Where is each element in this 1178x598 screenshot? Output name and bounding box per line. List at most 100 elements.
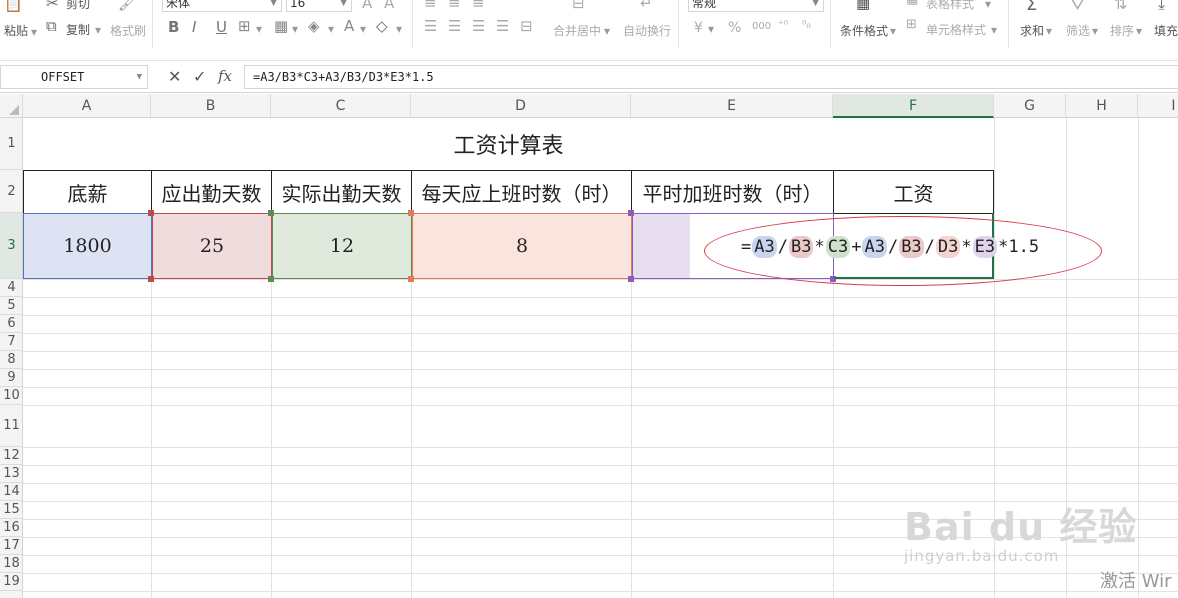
merge-center-icon[interactable]: ⊟: [572, 0, 585, 12]
row-header-5[interactable]: 5: [0, 297, 22, 315]
column-header-a[interactable]: A: [23, 94, 151, 118]
formula-input[interactable]: =A3/B3*C3+A3/B3/D3*E3*1.5: [244, 65, 1178, 89]
increase-font-icon[interactable]: A: [362, 0, 372, 12]
header-cell-required-days[interactable]: 应出勤天数: [152, 170, 272, 214]
sort-icon[interactable]: ⇅: [1114, 0, 1127, 13]
header-cell-actual-days[interactable]: 实际出勤天数: [272, 170, 412, 214]
table-style-icon[interactable]: ▦: [906, 0, 918, 7]
font-size-select[interactable]: 16 ▼: [286, 0, 352, 12]
row-header-8[interactable]: 8: [0, 351, 22, 369]
name-box[interactable]: OFFSET ▼: [0, 65, 148, 89]
thousands-button[interactable]: 000: [752, 21, 771, 32]
row-header-13[interactable]: 13: [0, 465, 22, 483]
row-header-15[interactable]: 15: [0, 501, 22, 519]
row-header-18[interactable]: 18: [0, 555, 22, 573]
paste-icon[interactable]: 📋: [4, 0, 23, 13]
distribute-icon[interactable]: ⊟: [520, 17, 533, 35]
cell-style-icon[interactable]: ⊞: [906, 17, 917, 32]
column-header-e[interactable]: E: [631, 94, 833, 118]
chevron-down-icon[interactable]: ▾: [991, 23, 997, 37]
row-header-11[interactable]: 11: [0, 405, 22, 447]
copy-icon[interactable]: ⧉: [46, 17, 57, 35]
format-painter-icon[interactable]: 🖌: [118, 0, 137, 12]
fill-pattern-icon[interactable]: ▦: [274, 17, 288, 35]
confirm-icon[interactable]: ✓: [193, 67, 206, 86]
chevron-down-icon[interactable]: ▾: [890, 24, 896, 38]
paste-button[interactable]: 粘贴: [4, 22, 28, 39]
row-header-16[interactable]: 16: [0, 519, 22, 537]
chevron-down-icon[interactable]: ▾: [1092, 24, 1098, 38]
cell-a3[interactable]: 1800: [23, 213, 152, 279]
align-left-icon[interactable]: ☰: [424, 17, 437, 35]
wrap-text-button[interactable]: 自动换行: [623, 22, 671, 39]
align-top-icon[interactable]: ≡: [424, 0, 437, 12]
reference-handle[interactable]: [628, 276, 634, 282]
eraser-icon[interactable]: ◇: [376, 17, 388, 35]
row-header-3[interactable]: 3: [0, 213, 22, 279]
copy-dropdown-icon[interactable]: ▾: [95, 23, 101, 37]
align-center-icon[interactable]: ☰: [448, 17, 461, 35]
format-painter-button[interactable]: 格式刷: [110, 22, 146, 39]
border-icon[interactable]: ⊞: [238, 17, 251, 35]
merge-center-button[interactable]: 合并居中: [553, 22, 601, 39]
fill-button[interactable]: 填充: [1154, 22, 1178, 39]
cancel-icon[interactable]: ✕: [168, 67, 181, 86]
cell-c3[interactable]: 12: [272, 213, 412, 279]
reference-handle[interactable]: [148, 210, 154, 216]
header-cell-salary[interactable]: 工资: [834, 170, 994, 214]
currency-button[interactable]: ¥: [694, 20, 703, 36]
cell-d3[interactable]: 8: [412, 213, 632, 279]
row-header-7[interactable]: 7: [0, 333, 22, 351]
cut-button[interactable]: 剪切: [66, 0, 90, 12]
chevron-down-icon[interactable]: ▾: [292, 22, 298, 36]
column-header-i[interactable]: I: [1138, 94, 1178, 118]
select-all-corner[interactable]: [0, 94, 23, 118]
row-header-14[interactable]: 14: [0, 483, 22, 501]
sort-button[interactable]: 排序: [1110, 22, 1134, 39]
conditional-format-icon[interactable]: ▦: [856, 0, 870, 12]
reference-handle[interactable]: [408, 210, 414, 216]
increase-decimal-icon[interactable]: ⁺⁰: [778, 18, 788, 31]
row-header-19[interactable]: 19: [0, 573, 22, 591]
align-bottom-icon[interactable]: ≡: [472, 0, 485, 12]
chevron-down-icon[interactable]: ▾: [396, 22, 402, 36]
chevron-down-icon[interactable]: ▾: [360, 22, 366, 36]
header-cell-base-salary[interactable]: 底薪: [23, 170, 152, 214]
reference-handle[interactable]: [268, 210, 274, 216]
number-format-select[interactable]: 常规 ▼: [688, 0, 824, 12]
chevron-down-icon[interactable]: ▾: [256, 22, 262, 36]
column-header-c[interactable]: C: [271, 94, 411, 118]
chevron-down-icon[interactable]: ▾: [1046, 24, 1052, 38]
filter-icon[interactable]: ⛛: [1070, 0, 1085, 15]
fill-down-icon[interactable]: ⤓: [1158, 0, 1165, 14]
font-name-select[interactable]: 宋体 ▼: [162, 0, 282, 12]
decrease-decimal-icon[interactable]: ⁰₀: [802, 18, 811, 31]
row-header-2[interactable]: 2: [0, 170, 22, 213]
cell-b3[interactable]: 25: [152, 213, 272, 279]
chevron-down-icon[interactable]: ▾: [604, 24, 610, 38]
cell-style-button[interactable]: 单元格样式: [926, 21, 986, 38]
bold-button[interactable]: B: [168, 18, 179, 36]
copy-button[interactable]: 复制: [66, 21, 90, 38]
column-header-f[interactable]: F: [833, 94, 994, 118]
row-header-6[interactable]: 6: [0, 315, 22, 333]
row-header-4[interactable]: 4: [0, 279, 22, 297]
paste-dropdown-icon[interactable]: ▾: [31, 25, 37, 39]
conditional-format-button[interactable]: 条件格式: [840, 22, 888, 39]
header-cell-daily-hours[interactable]: 每天应上班时数（时）: [412, 170, 632, 214]
reference-handle[interactable]: [628, 210, 634, 216]
filter-button[interactable]: 筛选: [1066, 22, 1090, 39]
decrease-font-icon[interactable]: A: [384, 0, 394, 12]
column-header-b[interactable]: B: [151, 94, 271, 118]
row-header-12[interactable]: 12: [0, 447, 22, 465]
column-header-d[interactable]: D: [411, 94, 631, 118]
sum-button[interactable]: 求和: [1020, 22, 1044, 39]
chevron-down-icon[interactable]: ▾: [1136, 24, 1142, 38]
row-header-9[interactable]: 9: [0, 369, 22, 387]
reference-handle[interactable]: [268, 276, 274, 282]
underline-button[interactable]: U: [216, 18, 227, 36]
sheet-title-cell[interactable]: 工资计算表: [23, 118, 994, 170]
font-color-icon[interactable]: A: [344, 17, 354, 35]
chevron-down-icon[interactable]: ▾: [708, 22, 714, 36]
column-header-h[interactable]: H: [1066, 94, 1138, 118]
